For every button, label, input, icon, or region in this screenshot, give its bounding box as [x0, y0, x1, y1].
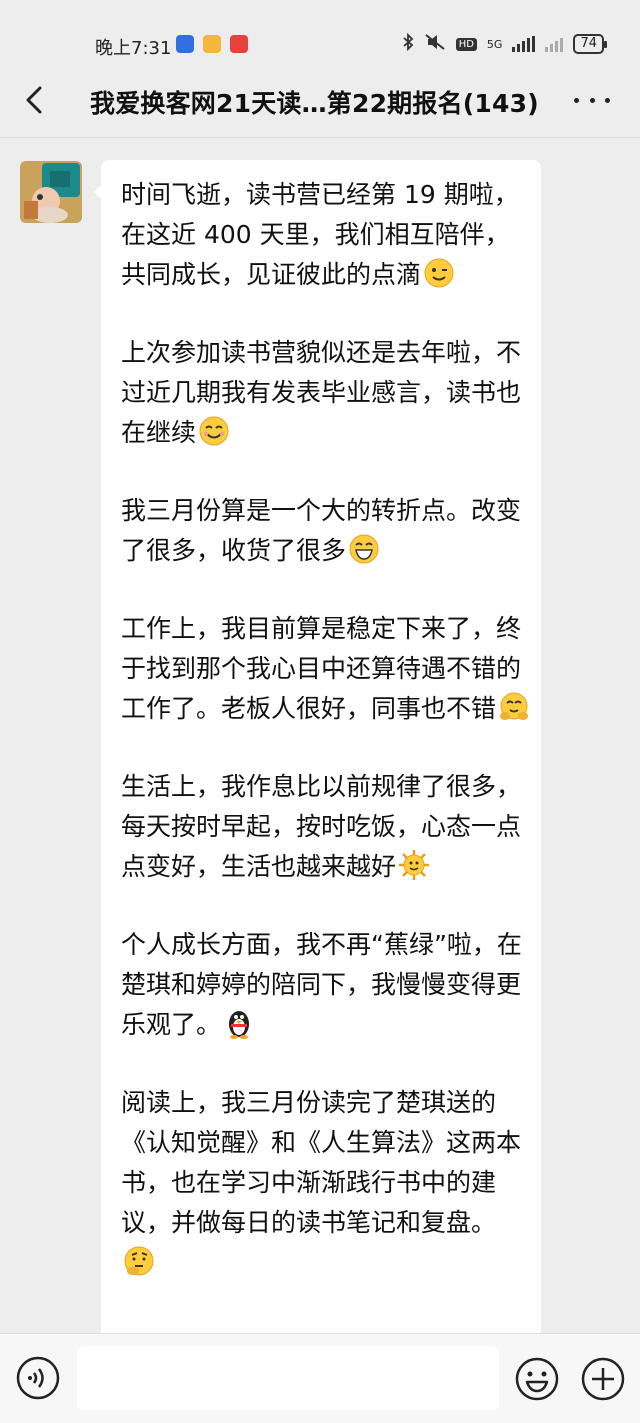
app-notification-icon: [176, 35, 194, 53]
bluetooth-icon: [402, 32, 414, 55]
paragraph-text: 生活上，我作息比以前规律了很多，每天按时早起，按时吃饭，心态一点点变好，生活也越…: [121, 772, 522, 881]
smile-emoji-icon: [199, 416, 229, 446]
emoji-icon: [515, 1357, 559, 1401]
grin-emoji-icon: [349, 534, 379, 564]
thinking-emoji-icon: [124, 1246, 154, 1276]
paragraph-text: 我三月份算是一个大的转折点。改变了很多，收货了很多: [121, 496, 522, 565]
status-bar: 晚上7:31 HD 5G 74: [0, 0, 640, 66]
hd-icon: HD: [455, 37, 477, 51]
message-paragraph: 我三月份算是一个大的转折点。改变了很多，收货了很多: [121, 491, 531, 571]
avatar-image: [20, 161, 82, 223]
voice-icon: [16, 1356, 60, 1400]
more-dot-icon: [574, 97, 579, 103]
paragraph-text: 时间飞逝，读书营已经第 19 期啦，在这近 400 天里，我们相互陪伴，共同成长…: [121, 180, 519, 289]
more-dot-icon: [589, 97, 595, 103]
paragraph-text: 个人成长方面，我不再“蕉绿”啦，在楚琪和婷婷的陪同下，我慢慢变得更乐观了。: [121, 930, 522, 1039]
status-time: 晚上7:31: [95, 38, 172, 59]
signal-icon-2: [545, 36, 564, 52]
app-notification-icon: [203, 35, 221, 53]
mute-icon: [424, 33, 446, 55]
back-button[interactable]: [18, 80, 54, 120]
hug-emoji-icon: [500, 692, 529, 720]
chevron-left-icon: [26, 86, 42, 114]
plus-icon: [581, 1357, 625, 1401]
chat-title: 我爱换客网21天读…第22期报名(143): [90, 89, 539, 118]
sun-emoji-icon: [399, 850, 430, 880]
penguin-emoji-icon: [229, 1011, 250, 1039]
message-paragraph: 个人成长方面，我不再“蕉绿”啦，在楚琪和婷婷的陪同下，我慢慢变得更乐观了。: [121, 925, 531, 1045]
more-button[interactable]: [574, 88, 610, 112]
header-divider: [0, 137, 640, 138]
battery-icon: 74: [573, 34, 607, 54]
status-icons: HD 5G 74: [402, 32, 607, 55]
network-label: 5G: [486, 37, 503, 51]
message-paragraph: 生活上，我作息比以前规律了很多，每天按时早起，按时吃饭，心态一点点变好，生活也越…: [121, 767, 531, 887]
emoji-button[interactable]: [514, 1356, 560, 1402]
message-paragraph: 阅读上，我三月份读完了楚琪送的《认知觉醒》和《人生算法》这两本书，也在学习中渐渐…: [121, 1083, 531, 1283]
message-paragraph: 时间飞逝，读书营已经第 19 期啦，在这近 400 天里，我们相互陪伴，共同成长…: [121, 175, 531, 295]
more-dot-icon: [605, 97, 610, 103]
input-bar: [0, 1333, 640, 1423]
app-notification-icon: [230, 35, 248, 53]
paragraph-text: 阅读上，我三月份读完了楚琪送的《认知觉醒》和《人生算法》这两本书，也在学习中渐渐…: [121, 1088, 522, 1237]
message-paragraph: 工作上，我目前算是稳定下来了，终于找到那个我心目中还算待遇不错的工作了。老板人很…: [121, 609, 531, 729]
voice-button[interactable]: [16, 1356, 60, 1400]
paragraph-text: 上次参加读书营貌似还是去年啦，不过近几期我有发表毕业感言，读书也在继续: [121, 338, 522, 447]
message-paragraph: 上次参加读书营貌似还是去年啦，不过近几期我有发表毕业感言，读书也在继续: [121, 333, 531, 453]
signal-icon: [512, 36, 536, 52]
message-text: 时间飞逝，读书营已经第 19 期啦，在这近 400 天里，我们相互陪伴，共同成长…: [121, 175, 531, 1321]
message-input[interactable]: [77, 1346, 499, 1410]
sender-avatar[interactable]: [20, 161, 82, 223]
wink-emoji-icon: [424, 258, 454, 288]
chat-header: 我爱换客网21天读…第22期报名(143): [0, 66, 640, 138]
more-functions-button[interactable]: [580, 1356, 626, 1402]
paragraph-text: 工作上，我目前算是稳定下来了，终于找到那个我心目中还算待遇不错的工作了。老板人很…: [121, 614, 522, 723]
